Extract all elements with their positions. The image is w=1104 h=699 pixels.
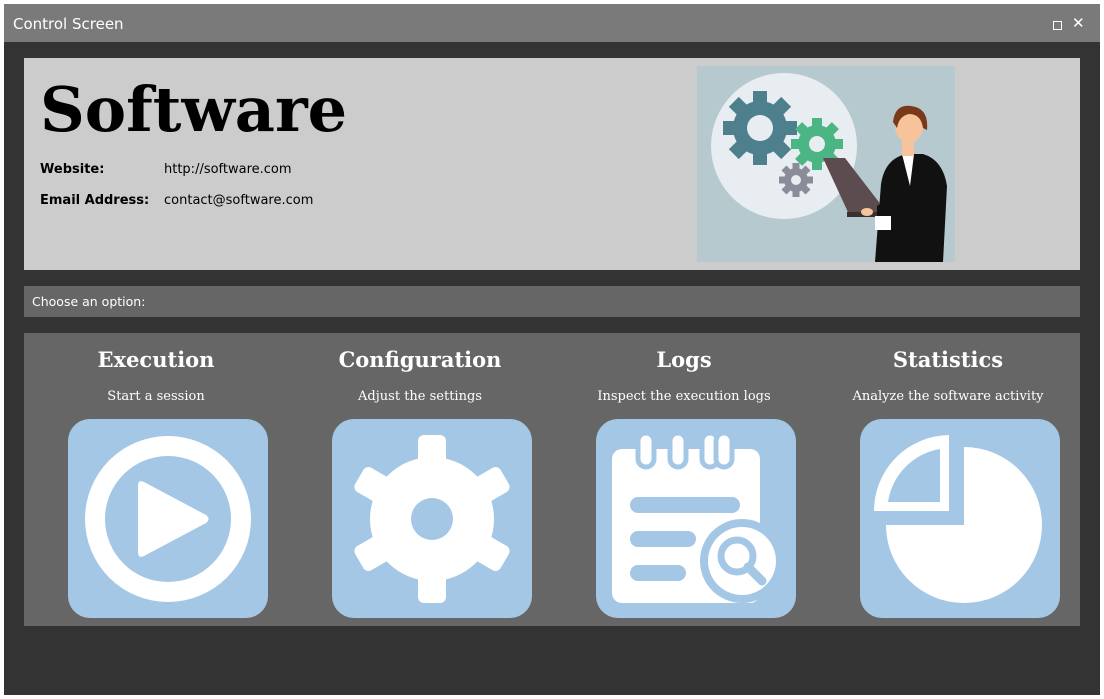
option-title: Configuration: [338, 347, 502, 372]
option-configuration: Configuration Adjust the settings: [300, 333, 540, 626]
email-label: Email Address:: [40, 193, 150, 208]
option-description: Adjust the settings: [358, 389, 482, 404]
log-notepad-icon: [612, 430, 784, 603]
window-title: Control Screen: [13, 15, 124, 33]
configuration-button[interactable]: [332, 419, 532, 618]
choose-option-label: Choose an option:: [32, 294, 146, 309]
option-description: Inspect the execution logs: [597, 389, 771, 404]
logs-button[interactable]: [596, 419, 796, 618]
illustration-image: [697, 66, 955, 262]
execution-button[interactable]: [68, 419, 268, 618]
title-bar[interactable]: Control Screen ✕: [4, 4, 1100, 42]
brand-title: Software: [40, 73, 348, 146]
option-title: Logs: [656, 347, 712, 372]
options-panel: Execution Start a session Configuration …: [24, 333, 1080, 626]
gear-icon: [354, 435, 510, 603]
website-value: http://software.com: [164, 162, 292, 177]
statistics-button[interactable]: [860, 419, 1060, 618]
header-panel: Software Website: http://software.com Em…: [24, 58, 1080, 270]
play-icon: [85, 436, 251, 602]
control-screen-window: Control Screen ✕ Software Website: http:…: [4, 4, 1100, 695]
choose-option-bar: Choose an option:: [24, 286, 1080, 317]
option-title: Execution: [97, 347, 215, 372]
website-label: Website:: [40, 162, 105, 177]
option-statistics: Statistics Analyze the software activity: [828, 333, 1068, 626]
close-icon[interactable]: ✕: [1072, 15, 1085, 31]
maximize-icon[interactable]: [1053, 21, 1062, 30]
option-execution: Execution Start a session: [36, 333, 276, 626]
email-value: contact@software.com: [164, 193, 314, 208]
option-logs: Logs Inspect the execution logs: [564, 333, 804, 626]
option-description: Analyze the software activity: [852, 389, 1044, 404]
option-title: Statistics: [892, 347, 1004, 372]
pie-chart-icon: [874, 435, 1042, 603]
option-description: Start a session: [107, 389, 205, 404]
